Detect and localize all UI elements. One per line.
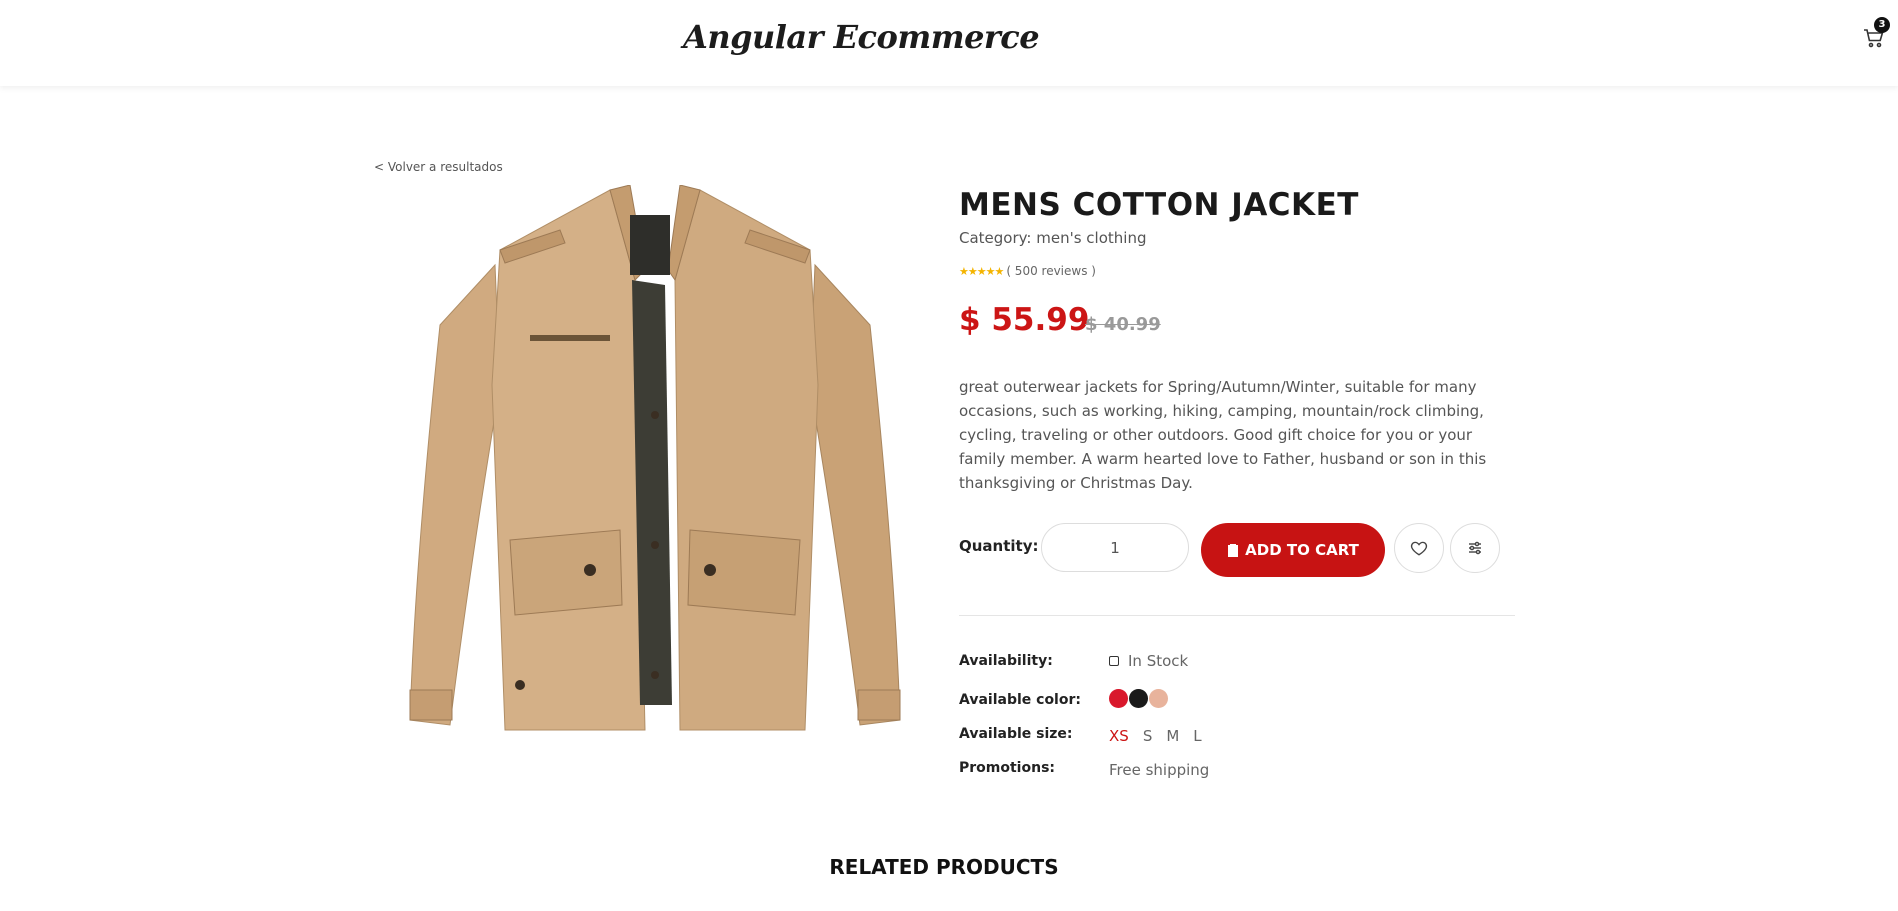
promotions-value: Free shipping — [1109, 761, 1210, 779]
rating-stars-icon: ★★★★★ — [959, 264, 1004, 278]
back-to-results-link[interactable]: < Volver a resultados — [374, 160, 503, 174]
size-options: XS S M L — [1109, 727, 1216, 745]
related-products-heading: RELATED PRODUCTS — [829, 855, 1059, 879]
add-to-cart-label: ADD TO CART — [1245, 541, 1359, 559]
section-divider — [959, 615, 1515, 616]
size-option-s[interactable]: S — [1143, 727, 1153, 745]
compare-button[interactable] — [1450, 523, 1500, 573]
color-swatch-red[interactable] — [1109, 689, 1128, 708]
product-rating: ★★★★★ ( 500 reviews ) — [959, 264, 1096, 278]
product-image — [409, 185, 901, 731]
availability-text: In Stock — [1128, 652, 1189, 670]
quantity-label: Quantity: — [959, 537, 1039, 555]
add-to-cart-button[interactable]: ADD TO CART — [1201, 523, 1385, 577]
site-logo[interactable]: Angular Ecommerce — [683, 18, 1040, 56]
wishlist-button[interactable] — [1394, 523, 1444, 573]
product-description: great outerwear jackets for Spring/Autum… — [959, 378, 1487, 492]
color-swatches — [1109, 689, 1169, 708]
stock-box-icon — [1109, 656, 1119, 666]
current-price: $ 55.99 — [959, 302, 1090, 338]
clipboard-icon — [1228, 544, 1239, 557]
size-label: Available size: — [959, 726, 1073, 742]
promotions-label: Promotions: — [959, 760, 1055, 776]
heart-icon — [1410, 541, 1428, 556]
site-header: Angular Ecommerce 3 — [0, 0, 1898, 86]
availability-label: Availability: — [959, 653, 1053, 669]
product-title: MENS COTTON JACKET — [959, 187, 1359, 223]
color-swatch-black[interactable] — [1129, 689, 1148, 708]
color-swatch-beige[interactable] — [1149, 689, 1168, 708]
availability-value: In Stock — [1109, 652, 1188, 670]
size-option-l[interactable]: L — [1193, 727, 1201, 745]
size-option-xs[interactable]: XS — [1109, 727, 1129, 745]
quantity-input[interactable] — [1041, 523, 1189, 572]
size-option-m[interactable]: M — [1166, 727, 1179, 745]
product-category: Category: men's clothing — [959, 229, 1147, 247]
color-label: Available color: — [959, 692, 1081, 708]
cart-count-badge: 3 — [1874, 17, 1890, 33]
review-count[interactable]: ( 500 reviews ) — [1006, 264, 1096, 278]
sliders-icon — [1469, 541, 1481, 555]
old-price: $ 40.99 — [1085, 314, 1161, 335]
